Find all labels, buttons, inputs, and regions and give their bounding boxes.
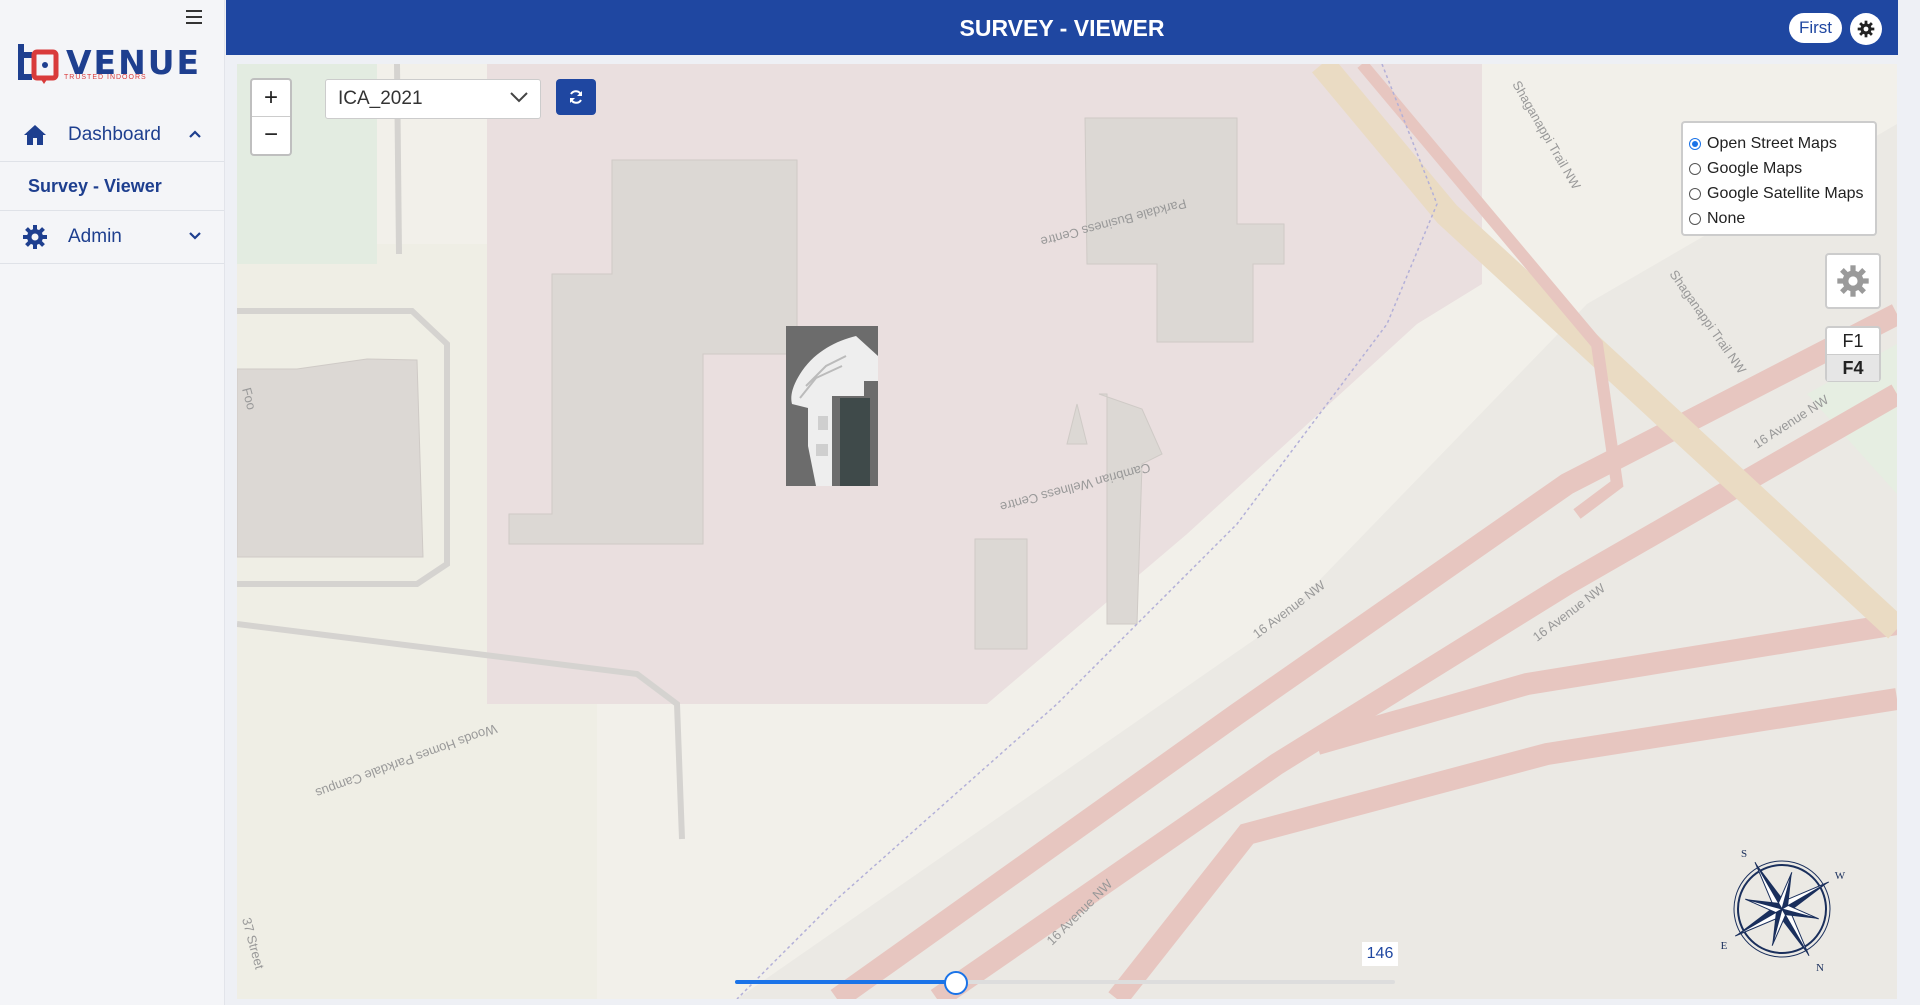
radio[interactable] <box>1689 187 1701 200</box>
logo-tagline: TRUSTED INDOORS <box>64 74 147 81</box>
project-select-value: ICA_2021 <box>338 88 423 109</box>
radio[interactable] <box>1689 162 1701 175</box>
gear-icon <box>1857 20 1875 38</box>
sidebar: VENUE TRUSTED INDOORS Dashboard Survey -… <box>0 0 225 1005</box>
chevron-down-icon <box>188 228 202 246</box>
sidebar-item-dashboard[interactable]: Dashboard <box>0 109 224 162</box>
sidebar-item-admin[interactable]: Admin <box>0 211 224 264</box>
floor-button-f4[interactable]: F4 <box>1827 355 1879 381</box>
compass-letter-e: E <box>1721 940 1728 952</box>
zoom-control: + − <box>250 78 292 156</box>
project-select[interactable]: ICA_2021 <box>325 79 541 119</box>
base-layer-panel: Open Street Maps Google Maps Google Sate… <box>1681 121 1877 236</box>
layer-option-label: Google Satellite Maps <box>1707 184 1864 202</box>
top-bar: SURVEY - VIEWER First <box>226 0 1898 55</box>
refresh-button[interactable] <box>556 79 596 115</box>
layer-option-label: Open Street Maps <box>1707 134 1837 152</box>
layer-option-none[interactable]: None <box>1689 206 1875 231</box>
gear-icon <box>18 224 52 250</box>
gear-icon <box>1837 265 1869 297</box>
layer-option-google-satellite-maps[interactable]: Google Satellite Maps <box>1689 181 1875 206</box>
sidebar-item-survey-viewer[interactable]: Survey - Viewer <box>0 162 224 211</box>
compass-letter-w: W <box>1835 870 1846 882</box>
floor-button-f1[interactable]: F1 <box>1827 328 1879 355</box>
venue-logo: VENUE TRUSTED INDOORS <box>14 40 204 88</box>
layer-option-label: None <box>1707 209 1746 227</box>
slider-fill <box>735 980 957 984</box>
layer-option-label: Google Maps <box>1707 159 1803 177</box>
zoom-in-button[interactable]: + <box>252 80 290 117</box>
map-settings-button[interactable] <box>1825 253 1881 309</box>
floor-selector: F1 F4 <box>1825 326 1881 382</box>
user-button[interactable]: First <box>1788 13 1842 43</box>
radio[interactable] <box>1689 212 1701 225</box>
slider-value-label: 146 <box>1362 942 1398 966</box>
slider-thumb[interactable] <box>944 971 969 995</box>
chevron-down-icon <box>510 90 528 108</box>
compass-rose-icon: S W N E <box>1717 844 1847 979</box>
map-viewer[interactable]: Parkdale Business Centre Cambrian Wellne… <box>237 64 1897 999</box>
opacity-slider[interactable] <box>735 970 1395 995</box>
radio-selected[interactable] <box>1689 137 1701 150</box>
sidebar-item-label: Dashboard <box>68 124 161 145</box>
layer-option-open-street-maps[interactable]: Open Street Maps <box>1689 131 1875 156</box>
layer-option-google-maps[interactable]: Google Maps <box>1689 156 1875 181</box>
zoom-out-button[interactable]: − <box>252 117 290 153</box>
hamburger-menu-icon[interactable] <box>186 10 202 24</box>
sidebar-item-label: Survey - Viewer <box>28 175 162 196</box>
refresh-icon <box>570 90 582 104</box>
sidebar-item-label: Admin <box>68 226 122 247</box>
compass-letter-n: N <box>1816 962 1824 974</box>
page-title: SURVEY - VIEWER <box>959 15 1165 41</box>
compass-letter-s: S <box>1741 848 1747 860</box>
logo-mark-icon <box>18 44 59 84</box>
map-canvas[interactable]: Parkdale Business Centre Cambrian Wellne… <box>237 64 1897 999</box>
chevron-up-icon <box>188 126 202 144</box>
home-icon <box>18 124 52 146</box>
settings-button[interactable] <box>1850 13 1882 45</box>
